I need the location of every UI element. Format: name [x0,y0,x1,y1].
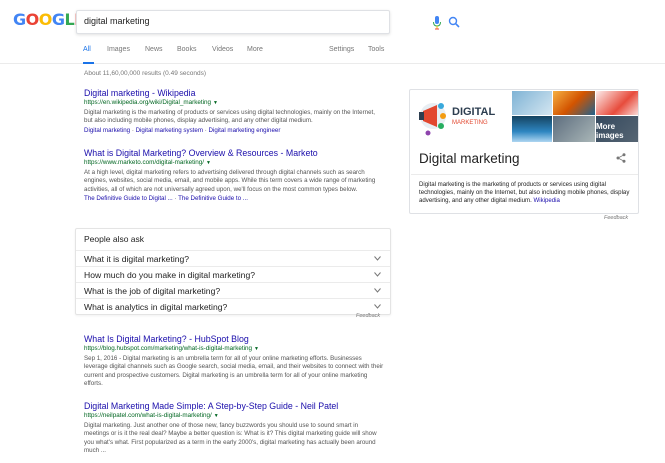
result-title-link[interactable]: What is Digital Marketing? Overview & Re… [84,148,384,158]
paa-question[interactable]: What is analytics in digital marketing? [76,298,390,314]
paa-question[interactable]: What is the job of digital marketing? [76,282,390,298]
result-title-link[interactable]: Digital marketing - Wikipedia [84,88,384,98]
more-images-label: More images [596,122,624,140]
sitelink[interactable]: Digital marketing [84,127,130,134]
people-also-ask: People also ask What it is digital marke… [75,228,391,315]
result-url-text: https://en.wikipedia.org/wiki/Digital_ma… [84,99,212,106]
image-caption: MARKETING [452,120,488,126]
result-snippet: Digital marketing. Just another one of t… [84,422,377,455]
microphone-icon[interactable] [432,16,442,30]
tab-news[interactable]: News [145,45,163,64]
knowledge-panel-feedback-link[interactable]: Feedback [604,215,628,221]
knowledge-panel-description: Digital marketing is the marketing of pr… [419,181,634,205]
result-url: https://blog.hubspot.com/marketing/what-… [84,344,384,354]
description-text: Digital marketing is the marketing of pr… [419,181,630,204]
divider [411,174,638,175]
url-dropdown-icon[interactable]: ▼ [206,160,211,166]
tab-more[interactable]: More [247,45,263,64]
chevron-down-icon [374,256,381,261]
tab-videos[interactable]: Videos [212,45,233,64]
logo-letter: G [13,10,26,29]
knowledge-panel: DIGITAL MARKETING More images Digital ma… [409,89,639,214]
paa-question-text: What it is digital marketing? [84,254,190,264]
digital-marketing-image[interactable]: DIGITAL MARKETING [411,91,511,142]
thumbnail-image[interactable] [553,91,595,115]
sitelink[interactable]: Digital marketing system [136,127,203,134]
paa-feedback-link[interactable]: Feedback [356,313,380,319]
url-dropdown-icon[interactable]: ▼ [213,100,218,106]
result-sitelinks: Digital marketing · Digital marketing sy… [84,126,281,134]
result-url: https://neilpatel.com/what-is-digital-ma… [84,411,384,421]
sitelink[interactable]: The Definitive Guide to ... [178,195,248,202]
paa-heading: People also ask [84,234,145,244]
tab-books[interactable]: Books [177,45,196,64]
search-result: Digital Marketing Made Simple: A Step-by… [84,401,384,456]
thumbnail-image[interactable] [512,116,552,142]
result-sitelinks: The Definitive Guide to Digital ... · Th… [84,195,248,203]
wikipedia-link[interactable]: Wikipedia [534,197,560,204]
more-images-tile[interactable]: More images [596,116,638,142]
sitelink[interactable]: Digital marketing engineer [209,127,281,134]
google-logo[interactable]: GOOGLE [13,10,85,32]
search-result: What Is Digital Marketing? - HubSpot Blo… [84,334,384,389]
result-url: https://www.marketo.com/digital-marketin… [84,158,384,168]
result-snippet: Digital marketing is the marketing of pr… [84,109,375,125]
tab-settings[interactable]: Settings [329,45,354,64]
result-title-link[interactable]: What Is Digital Marketing? - HubSpot Blo… [84,334,384,344]
chevron-down-icon [374,304,381,309]
chevron-down-icon [374,272,381,277]
logo-letter: G [51,10,65,29]
logo-letter: L [64,10,75,29]
tab-all[interactable]: All [83,45,94,64]
result-title-link[interactable]: Digital Marketing Made Simple: A Step-by… [84,401,384,411]
url-dropdown-icon[interactable]: ▼ [254,346,259,352]
paa-question-text: How much do you make in digital marketin… [84,270,256,280]
search-result: Digital marketing - Wikipedia https://en… [84,88,384,135]
result-stats: About 11,60,00,000 results (0.49 seconds… [84,70,207,77]
paa-question[interactable]: How much do you make in digital marketin… [76,266,390,282]
chevron-down-icon [374,288,381,293]
share-icon[interactable] [616,153,626,163]
logo-letter: O [38,10,53,29]
search-input[interactable] [84,16,344,26]
result-snippet: Sep 1, 2016 - Digital marketing is an um… [84,355,384,388]
search-icon[interactable] [448,16,460,28]
paa-question[interactable]: What it is digital marketing? [76,250,390,266]
thumbnail-image[interactable] [553,116,595,142]
paa-question-text: What is the job of digital marketing? [84,286,221,296]
search-box[interactable] [76,10,460,34]
logo-letter: O [25,10,40,29]
paa-question-text: What is analytics in digital marketing? [84,302,228,312]
sitelink[interactable]: The Definitive Guide to Digital ... [84,195,173,202]
thumbnail-image[interactable] [596,91,638,115]
tab-tools[interactable]: Tools [368,45,384,64]
result-url-text: https://www.marketo.com/digital-marketin… [84,159,205,166]
image-thumbnails: More images [512,91,638,142]
search-result: What is Digital Marketing? Overview & Re… [84,148,384,203]
knowledge-panel-title: Digital marketing [419,151,520,166]
image-caption: DIGITAL [452,106,495,118]
thumbnail-image[interactable] [512,91,552,115]
result-url-text: https://neilpatel.com/what-is-digital-ma… [84,412,212,419]
search-tabs: All Images News Books Videos More Settin… [0,45,665,64]
result-snippet: At a high level, digital marketing refer… [84,169,376,193]
result-url-text: https://blog.hubspot.com/marketing/what-… [84,345,252,352]
tab-images[interactable]: Images [107,45,130,64]
result-url: https://en.wikipedia.org/wiki/Digital_ma… [84,98,384,108]
url-dropdown-icon[interactable]: ▼ [214,413,219,419]
